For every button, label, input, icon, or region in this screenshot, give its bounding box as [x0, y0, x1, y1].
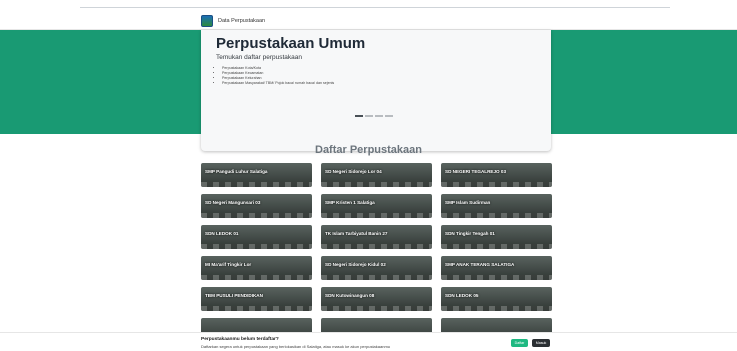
library-card-name: SD Negeri Sidorejo Kidul 02	[325, 262, 386, 267]
library-card[interactable]: TBM PUSULI PENDIDIKAN	[201, 287, 312, 311]
library-grid: SMP Pangudi Luhur Salatiga SD Negeri Sido…	[201, 163, 553, 338]
library-card[interactable]: SDN LEDOK 01	[201, 225, 312, 249]
footer-question: Perpustakaanmu belum terdaftar?	[201, 337, 279, 342]
library-card-name: SDN LEDOK 05	[445, 293, 479, 298]
carousel-indicator-1[interactable]	[355, 115, 363, 117]
register-footer: Perpustakaanmu belum terdaftar? Daftarka…	[0, 332, 737, 351]
library-card-name: SD Negeri Sidorejo Lor 04	[325, 169, 382, 174]
library-card-name: TBM PUSULI PENDIDIKAN	[205, 293, 263, 298]
library-card-name: SDN LEDOK 01	[205, 231, 239, 236]
login-button[interactable]: Masuk	[532, 339, 550, 347]
brand-link[interactable]: Data Perpustakaan	[201, 15, 265, 27]
library-card[interactable]: SMP ANAK TERANG SALATIGA	[441, 256, 552, 280]
library-card-name: MI Ma'arif Tingkir Lor	[205, 262, 252, 267]
library-card[interactable]: MI Ma'arif Tingkir Lor	[201, 256, 312, 280]
library-card-name: SD NEGERI TEGALREJO 03	[445, 169, 507, 174]
library-card[interactable]: TK Islam Tarbiyatul Banin 27	[321, 225, 432, 249]
library-card[interactable]: SMP Pangudi Luhur Salatiga	[201, 163, 312, 187]
footer-description: Daftarkan segera untuk perpustakaan yang…	[201, 344, 391, 349]
carousel-indicators	[355, 115, 393, 117]
hero-banner: Perpustakaan Umum Temukan daftar perpust…	[0, 30, 737, 151]
library-card-name: SD Negeri Mangunsari 03	[205, 200, 261, 205]
library-card-name: SDN Kutowinangun 08	[325, 293, 375, 298]
hero-title: Perpustakaan Umum	[216, 35, 366, 52]
library-card[interactable]: SMP Islam Sudirman	[441, 194, 552, 218]
library-card[interactable]: SD Negeri Sidorejo Kidul 02	[321, 256, 432, 280]
library-card-name: SMP ANAK TERANG SALATIGA	[445, 262, 515, 267]
register-button[interactable]: Daftar	[511, 339, 528, 347]
carousel-indicator-4[interactable]	[385, 115, 393, 117]
library-card-name: SMP Islam Sudirman	[445, 200, 491, 205]
library-card-name: SMP Kristen 1 Salatiga	[325, 200, 375, 205]
library-card-name: TK Islam Tarbiyatul Banin 27	[325, 231, 388, 236]
navbar: Data Perpustakaan	[0, 12, 737, 30]
carousel-indicator-2[interactable]	[365, 115, 373, 117]
seal-icon	[201, 15, 213, 27]
section-title: Daftar Perpustakaan	[315, 144, 422, 156]
hero-list-item: Perpustakaan Masyarakat/ TBM/ Pojok baca…	[222, 81, 334, 86]
brand-text: Data Perpustakaan	[218, 18, 266, 24]
library-card[interactable]: SDN Kutowinangun 08	[321, 287, 432, 311]
library-card[interactable]: SMP Kristen 1 Salatiga	[321, 194, 432, 218]
library-card-name: SMP Pangudi Luhur Salatiga	[205, 169, 268, 174]
library-card-name: SDN Tingkir Tengah 01	[445, 231, 495, 236]
top-divider	[80, 7, 670, 8]
library-card[interactable]: SD Negeri Sidorejo Lor 04	[321, 163, 432, 187]
library-card[interactable]: SD Negeri Mangunsari 03	[201, 194, 312, 218]
hero-list: Perpustakaan Kota/Kota Perpustakaan Keca…	[222, 66, 334, 86]
library-card[interactable]: SDN LEDOK 05	[441, 287, 552, 311]
carousel-indicator-3[interactable]	[375, 115, 383, 117]
library-card[interactable]: SD NEGERI TEGALREJO 03	[441, 163, 552, 187]
hero-subtitle: Temukan daftar perpustakaan	[216, 54, 302, 61]
library-card[interactable]: SDN Tingkir Tengah 01	[441, 225, 552, 249]
hero-carousel[interactable]: Perpustakaan Umum Temukan daftar perpust…	[201, 30, 551, 151]
